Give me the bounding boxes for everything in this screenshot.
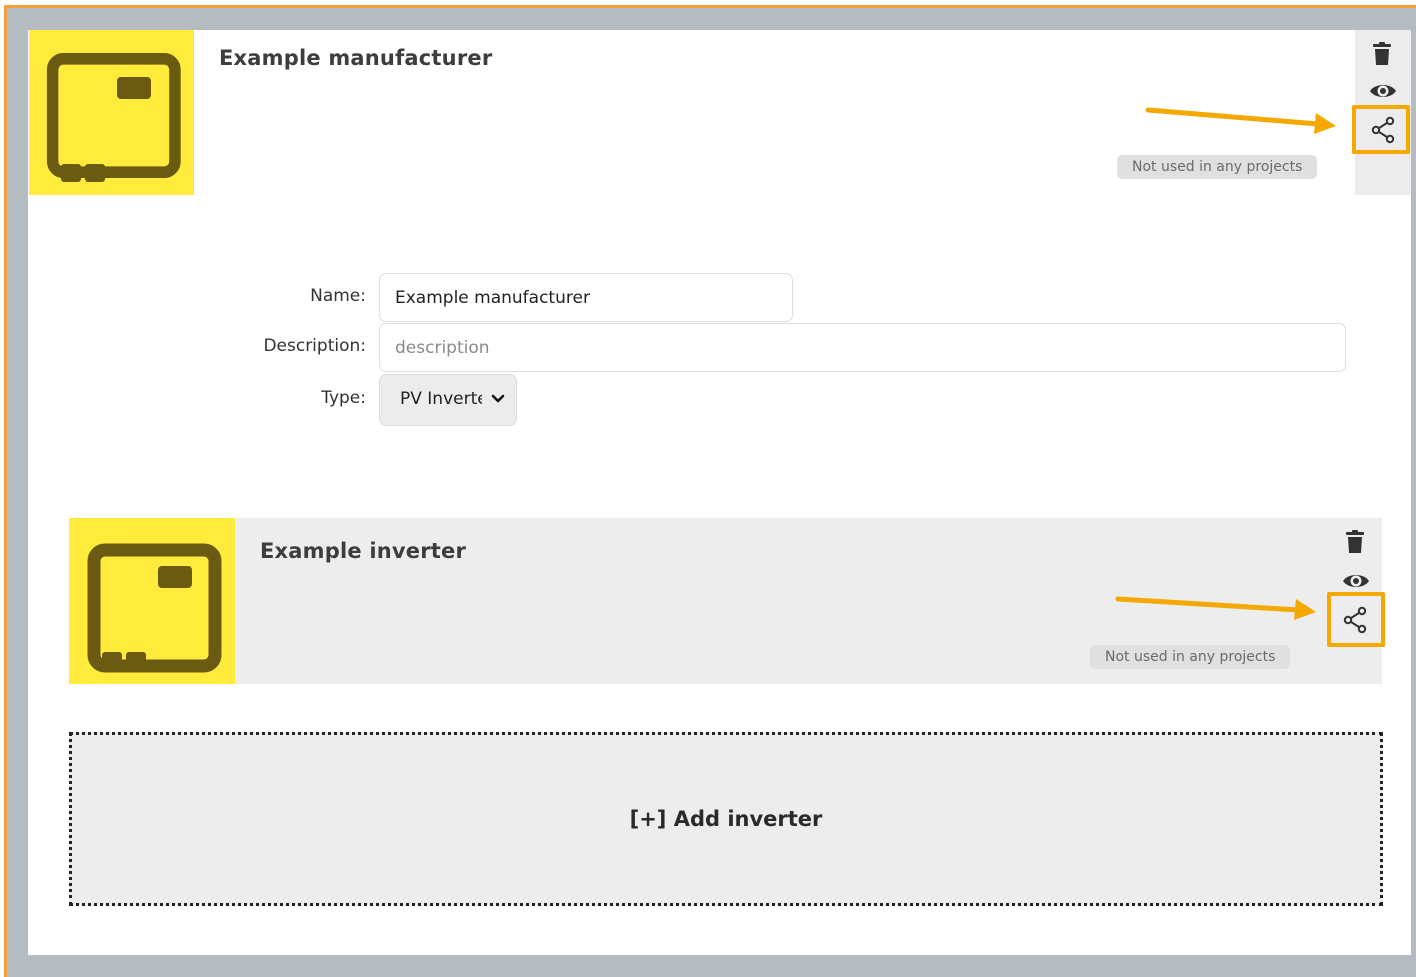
trash-icon[interactable]: [1344, 530, 1366, 554]
name-label: Name:: [310, 286, 366, 306]
annotation-arrow: [1115, 596, 1316, 620]
eye-icon[interactable]: [1342, 572, 1370, 590]
description-input[interactable]: [379, 323, 1346, 372]
inverter-usage-badge: Not used in any projects: [1090, 645, 1291, 669]
description-label: Description:: [263, 336, 366, 356]
trash-icon[interactable]: [1371, 42, 1393, 66]
share-highlight-box: [1327, 592, 1385, 647]
inverter-title: Example inverter: [260, 539, 467, 563]
name-input[interactable]: [379, 273, 793, 322]
type-select-value: PV Inverter: [400, 389, 482, 409]
annotation-arrow: [1145, 107, 1336, 134]
eye-icon[interactable]: [1369, 82, 1397, 100]
add-inverter-label: [+] Add inverter: [629, 807, 823, 831]
chevron-down-icon: [491, 394, 505, 403]
manufacturer-usage-badge: Not used in any projects: [1117, 155, 1318, 179]
inverter-device-icon: [87, 543, 222, 673]
type-label: Type:: [321, 388, 366, 408]
inverter-thumbnail: [69, 518, 235, 684]
inverter-device-icon: [46, 52, 181, 182]
type-select[interactable]: PV Inverter: [379, 374, 517, 426]
add-inverter-button[interactable]: [+] Add inverter: [69, 732, 1383, 906]
manufacturer-thumbnail: [29, 30, 194, 195]
manufacturer-title: Example manufacturer: [219, 46, 493, 70]
share-highlight-box: [1352, 105, 1410, 154]
